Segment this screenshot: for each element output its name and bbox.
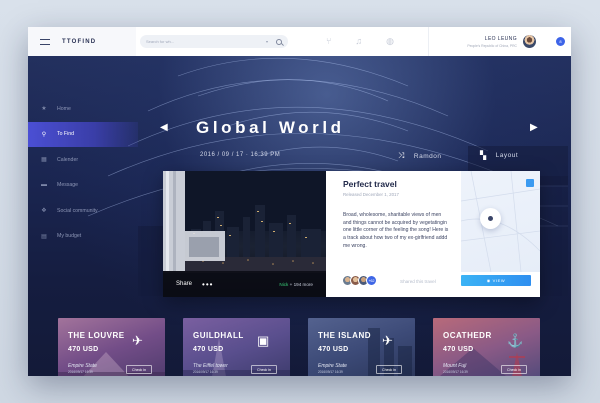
sidebar-item-my-budget[interactable]: ▤ My budget: [28, 224, 138, 250]
page-title: Global World: [196, 118, 345, 137]
menu-icon[interactable]: [40, 38, 50, 45]
destination-price: 470 USD: [193, 346, 224, 353]
bus-icon: ▣: [257, 333, 270, 348]
music-note-icon[interactable]: ♫: [355, 35, 362, 47]
user-location: People's Republic of China, PRC: [467, 43, 517, 48]
top-bar: TTOFIND Search for wh... ▾ ⑂ ♫ ◍ LEO LEU…: [28, 27, 571, 56]
check-in-button[interactable]: Check in: [501, 365, 527, 374]
feature-image[interactable]: Share ••• Nick + 194 more: [163, 171, 326, 297]
destination-price: 470 USD: [68, 346, 99, 353]
next-arrow-icon[interactable]: ▶: [530, 122, 538, 133]
destination-date: 2016/09/17 16:39: [443, 370, 468, 374]
brand[interactable]: TTOFIND: [28, 27, 136, 56]
destination-name: GUILDHALL: [193, 331, 244, 340]
liked-by-name[interactable]: Nick: [279, 282, 288, 287]
plane-icon: ✈: [132, 333, 143, 348]
sidebar-item-to-find[interactable]: ⚲ To Find: [28, 121, 138, 147]
destination-name: THE LOUVRE: [68, 331, 125, 340]
destination-price: 470 USD: [318, 346, 349, 353]
fork-knife-icon[interactable]: ⑂: [326, 35, 331, 47]
feature-description: Broad, wholesome, sharitable views of me…: [343, 212, 449, 249]
view-label: VIEW: [492, 278, 506, 283]
destination-date: 2016/09/17 16:39: [318, 370, 343, 374]
destination-place: Empire State: [68, 363, 97, 369]
budget-icon: ▤: [41, 233, 47, 240]
feature-card: Share ••• Nick + 194 more Perfect travel…: [163, 170, 541, 297]
layout-grid-icon: ▚: [480, 151, 487, 160]
liked-by-text: Nick + 194 more: [279, 282, 313, 287]
user-name: LEO LEUNG: [484, 35, 517, 42]
user-area: LEO LEUNG People's Republic of China, PR…: [428, 27, 571, 56]
sidebar-item-label: To Find: [57, 131, 75, 138]
more-options-icon[interactable]: •••: [202, 280, 213, 289]
expand-icon[interactable]: [526, 179, 534, 187]
more-avatars-badge[interactable]: +62: [366, 275, 377, 286]
app-title: TTOFIND: [62, 38, 97, 45]
eye-icon: ◉: [486, 278, 491, 283]
hero-datetime: 2016 / 09 / 17 · 16:39 PM: [200, 152, 281, 158]
location-pin-icon: ⚲: [41, 131, 47, 138]
calendar-icon: ▦: [41, 157, 47, 164]
destination-list: THE LOUVRE 470 USD ✈ Empire State 2016/0…: [58, 318, 540, 376]
destination-card[interactable]: OCATHEDR 470 USD ⚓ Mount Fuji 2016/09/17…: [433, 318, 540, 376]
destination-place: Mount Fuji: [443, 363, 467, 369]
avatar[interactable]: [523, 35, 536, 48]
map-pin-icon[interactable]: [480, 208, 501, 229]
check-in-button[interactable]: Check in: [376, 365, 402, 374]
sidebar-item-label: Home: [57, 105, 71, 112]
sidebar-item-social-community[interactable]: ❖ Social community: [28, 198, 138, 224]
feature-title: Perfect travel: [343, 179, 397, 189]
globe-icon[interactable]: ◍: [386, 35, 394, 47]
release-date: Released December 1, 2017: [343, 192, 399, 197]
check-in-button[interactable]: Check in: [126, 365, 152, 374]
shared-avatars: +62: [342, 275, 377, 286]
top-icons: ⑂ ♫ ◍: [326, 35, 394, 47]
sidebar-item-message[interactable]: ▬ Message: [28, 173, 138, 199]
share-bar: Share ••• Nick + 194 more: [163, 271, 326, 297]
search-input[interactable]: Search for wh... ▾: [140, 35, 288, 48]
chevron-down-icon[interactable]: ▾: [266, 39, 268, 44]
destination-date: 2016/09/17 16:39: [68, 370, 93, 374]
destination-date: 2016/09/17 16:39: [193, 370, 218, 374]
search-placeholder: Search for wh...: [146, 39, 175, 44]
community-icon: ❖: [41, 208, 47, 215]
destination-name: OCATHEDR: [443, 331, 492, 340]
random-button[interactable]: ⤨ Ramdon: [398, 151, 441, 161]
notification-badge[interactable]: 8: [556, 37, 565, 46]
random-label: Ramdon: [413, 152, 442, 160]
check-in-button[interactable]: Check in: [251, 365, 277, 374]
prev-arrow-icon[interactable]: ◀: [160, 122, 168, 133]
destination-place: Empire State: [318, 363, 347, 369]
search-icon[interactable]: [276, 38, 282, 45]
shuffle-icon: ⤨: [398, 151, 405, 160]
destination-card[interactable]: GUILDHALL 470 USD ▣ The Eiffel tower 201…: [183, 318, 290, 376]
sidebar-item-label: My budget: [57, 233, 82, 240]
destination-price: 470 USD: [443, 346, 474, 353]
sidebar-item-home[interactable]: ★ Home: [28, 96, 138, 122]
liked-by-more: + 194 more: [289, 281, 313, 287]
shared-text: Shared this travel: [400, 279, 436, 284]
sidebar: ★ Home ⚲ To Find ▦ Calender ▬ Message ❖ …: [28, 96, 138, 249]
layout-label: Layout: [495, 152, 519, 159]
destination-card[interactable]: THE ISLAND 470 USD ✈ Empire State 2016/0…: [308, 318, 415, 376]
anchor-icon: ⚓: [507, 333, 524, 348]
sidebar-item-label: Calender: [57, 156, 79, 163]
sidebar-item-label: Message: [57, 182, 79, 189]
feature-details: Perfect travel Released December 1, 2017…: [326, 170, 541, 297]
share-button[interactable]: Share: [176, 281, 192, 287]
layout-button[interactable]: ▚ Layout: [480, 151, 518, 160]
message-icon: ▬: [41, 182, 47, 189]
app-window: TTOFIND Search for wh... ▾ ⑂ ♫ ◍ LEO LEU…: [28, 27, 571, 376]
sidebar-item-label: Social community: [57, 207, 98, 214]
plane-icon: ✈: [382, 333, 393, 348]
destination-place: The Eiffel tower: [193, 363, 228, 369]
destination-card[interactable]: THE LOUVRE 470 USD ✈ Empire State 2016/0…: [58, 318, 165, 376]
hero-background: ★ Home ⚲ To Find ▦ Calender ▬ Message ❖ …: [28, 56, 571, 376]
star-icon: ★: [41, 106, 47, 113]
sidebar-item-calender[interactable]: ▦ Calender: [28, 147, 138, 173]
destination-name: THE ISLAND: [318, 331, 371, 340]
view-button[interactable]: ◉ VIEW: [461, 275, 531, 286]
map-preview[interactable]: [460, 170, 541, 273]
